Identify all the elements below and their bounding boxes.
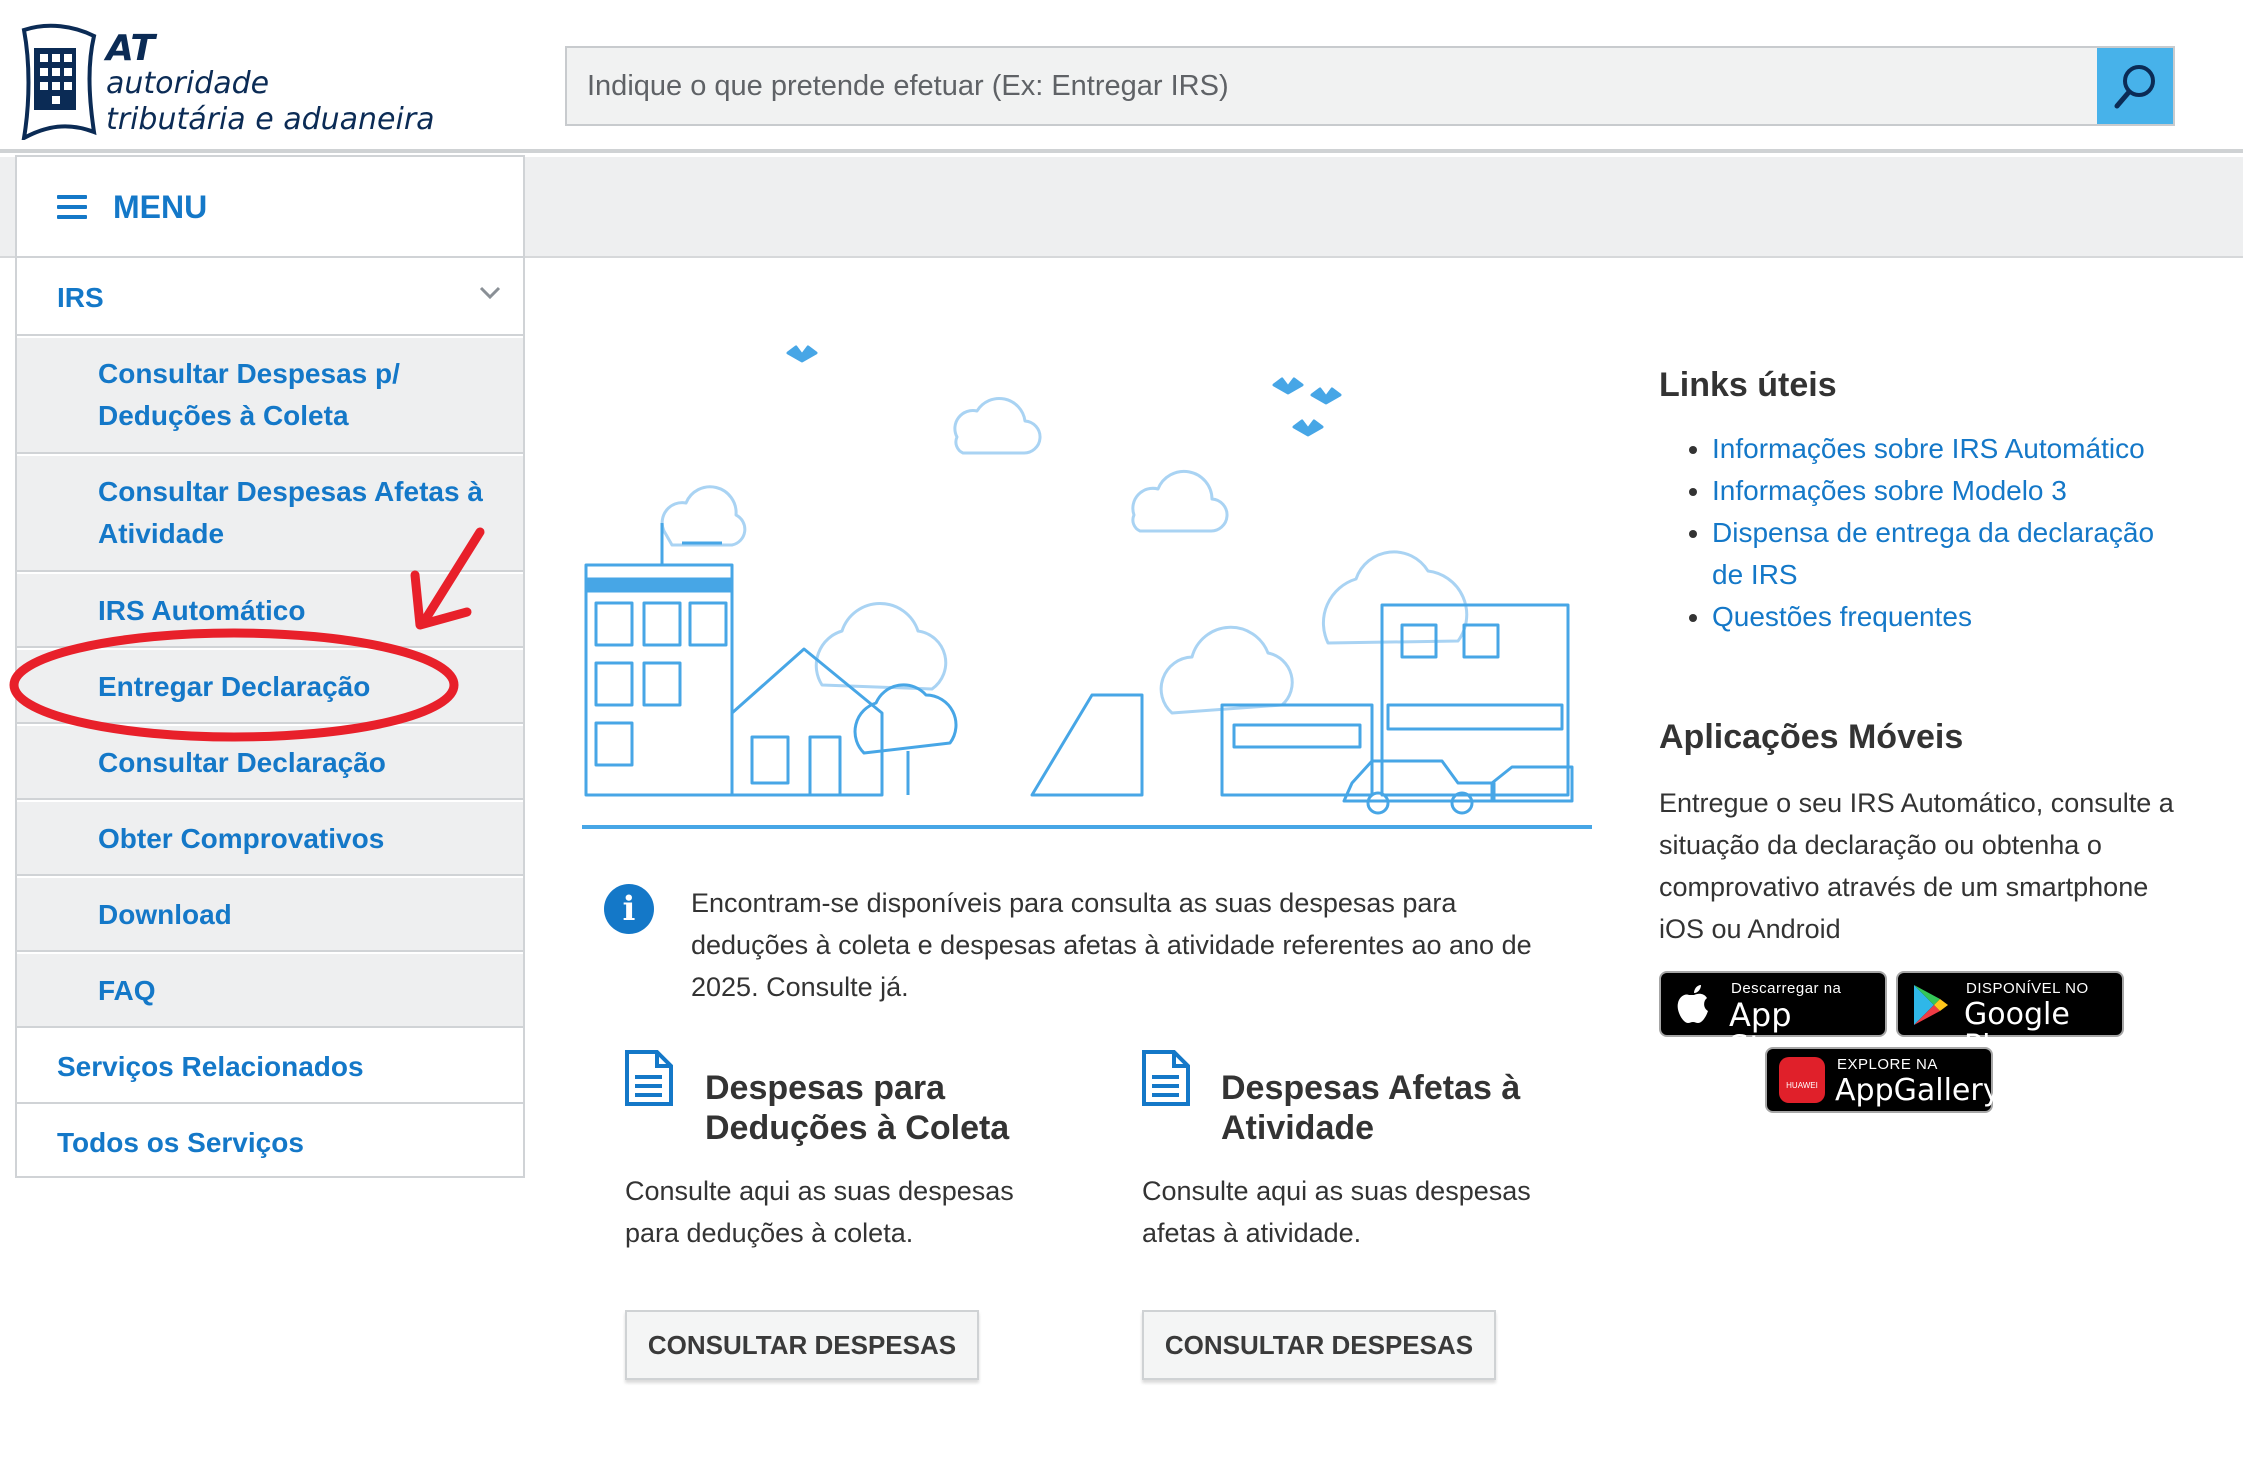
sidebar-item-consultar-declaracao[interactable]: Consultar Declaração bbox=[17, 726, 523, 800]
menu-label: MENU bbox=[113, 189, 208, 225]
logo-text: AT autoridade tributária e aduaneira bbox=[106, 28, 435, 138]
appgallery-small-text: EXPLORE NA bbox=[1837, 1056, 1938, 1073]
hamburger-icon bbox=[57, 195, 87, 219]
sidebar-item-download[interactable]: Download bbox=[17, 878, 523, 952]
document-icon bbox=[1142, 1050, 1190, 1106]
sidebar-item-servicos-relacionados[interactable]: Serviços Relacionados bbox=[17, 1030, 523, 1104]
sidebar-item-label: Todos os Serviços bbox=[57, 1127, 304, 1158]
logo-line-2: tributária e aduaneira bbox=[106, 102, 435, 137]
sidebar-item-label: Consultar Despesas Afetas à Atividade bbox=[98, 476, 483, 549]
google-play-icon bbox=[1914, 985, 1948, 1025]
logo-line-1: autoridade bbox=[106, 66, 270, 101]
sidebar-item-faq[interactable]: FAQ bbox=[17, 954, 523, 1028]
info-message: Encontram-se disponíveis para consulta a… bbox=[691, 888, 1532, 1002]
appgallery-big-text: AppGallery bbox=[1835, 1073, 2001, 1108]
sidebar-item-consultar-despesas-deducoes[interactable]: Consultar Despesas p/ Deduções à Coleta bbox=[17, 338, 523, 454]
googleplay-small-text: DISPONÍVEL NO bbox=[1966, 980, 2089, 997]
link-dispensa-entrega[interactable]: Dispensa de entrega da declaração de IRS bbox=[1689, 512, 2172, 596]
info-icon: i bbox=[604, 884, 654, 934]
sidebar-item-label: Entregar Declaração bbox=[98, 671, 371, 702]
consultar-despesas-atividade-button[interactable]: CONSULTAR DESPESAS bbox=[1142, 1310, 1496, 1380]
city-illustration bbox=[582, 345, 1592, 829]
link-irs-automatico[interactable]: Informações sobre IRS Automático bbox=[1689, 428, 2172, 470]
sidebar-item-consultar-despesas-atividade[interactable]: Consultar Despesas Afetas à Atividade bbox=[17, 456, 523, 572]
useful-links-list: Informações sobre IRS Automático Informa… bbox=[1689, 428, 2172, 638]
sidebar-item-obter-comprovativos[interactable]: Obter Comprovativos bbox=[17, 802, 523, 876]
app-store-badge[interactable]: Descarregar na App Store bbox=[1659, 971, 1887, 1063]
search-input[interactable] bbox=[567, 48, 2097, 124]
link-modelo-3[interactable]: Informações sobre Modelo 3 bbox=[1689, 470, 2172, 512]
card-desc-deducoes: Consulte aqui as suas despesas para dedu… bbox=[625, 1176, 1014, 1248]
search-icon bbox=[2114, 65, 2155, 109]
google-play-badge[interactable]: DISPONÍVEL NO Google Play bbox=[1896, 971, 2124, 1063]
sidebar-item-label: Consultar Despesas p/ Deduções à Coleta bbox=[98, 358, 400, 431]
sidebar-item-label: Obter Comprovativos bbox=[98, 823, 385, 854]
sidebar-item-irs-automatico[interactable]: IRS Automático bbox=[17, 574, 523, 648]
links-uteis-title: Links úteis bbox=[1659, 366, 1837, 404]
apps-description: Entregue o seu IRS Automático, consulte … bbox=[1659, 788, 2174, 944]
sidebar-item-label: IRS bbox=[57, 282, 104, 313]
apple-icon bbox=[1677, 985, 1708, 1023]
sidebar-item-label: Serviços Relacionados bbox=[57, 1051, 364, 1082]
consultar-despesas-deducoes-button[interactable]: CONSULTAR DESPESAS bbox=[625, 1310, 979, 1380]
site-header: AT autoridade tributária e aduaneira bbox=[0, 0, 2243, 153]
chevron-down-icon bbox=[479, 286, 501, 300]
sidebar-item-label: Download bbox=[98, 899, 232, 930]
document-icon bbox=[625, 1050, 673, 1106]
huawei-icon: HUAWEI bbox=[1779, 1057, 1825, 1103]
card-title-deducoes: Despesas para Deduções à Coleta bbox=[705, 1069, 1010, 1147]
aplicacoes-moveis-title: Aplicações Móveis bbox=[1659, 718, 1964, 756]
huawei-brand-text: HUAWEI bbox=[1786, 1081, 1818, 1090]
sidebar-item-label: IRS Automático bbox=[98, 595, 306, 626]
at-logo[interactable]: AT autoridade tributária e aduaneira bbox=[18, 22, 438, 140]
card-title-atividade: Despesas Afetas à Atividade bbox=[1221, 1069, 1521, 1147]
sidebar-menu: MENU IRS Consultar Despesas p/ Deduções … bbox=[15, 155, 525, 1178]
search-bar bbox=[565, 46, 2175, 126]
portuguese-shield-icon bbox=[21, 23, 97, 140]
sidebar-item-label: Consultar Declaração bbox=[98, 747, 386, 778]
menu-toggle[interactable]: MENU bbox=[17, 157, 523, 258]
appstore-small-text: Descarregar na bbox=[1731, 980, 1842, 997]
link-questoes-frequentes[interactable]: Questões frequentes bbox=[1689, 596, 2172, 638]
sidebar-item-label: FAQ bbox=[98, 975, 156, 1006]
search-button[interactable] bbox=[2097, 48, 2173, 124]
sidebar-item-todos-servicos[interactable]: Todos os Serviços bbox=[17, 1106, 523, 1176]
sidebar-item-irs[interactable]: IRS bbox=[17, 260, 523, 336]
sidebar-item-entregar-declaracao[interactable]: Entregar Declaração bbox=[17, 650, 523, 724]
logo-abbr: AT bbox=[106, 28, 155, 69]
appgallery-badge[interactable]: HUAWEI EXPLORE NA AppGallery bbox=[1765, 1047, 2000, 1113]
card-desc-atividade: Consulte aqui as suas despesas afetas à … bbox=[1142, 1176, 1531, 1248]
